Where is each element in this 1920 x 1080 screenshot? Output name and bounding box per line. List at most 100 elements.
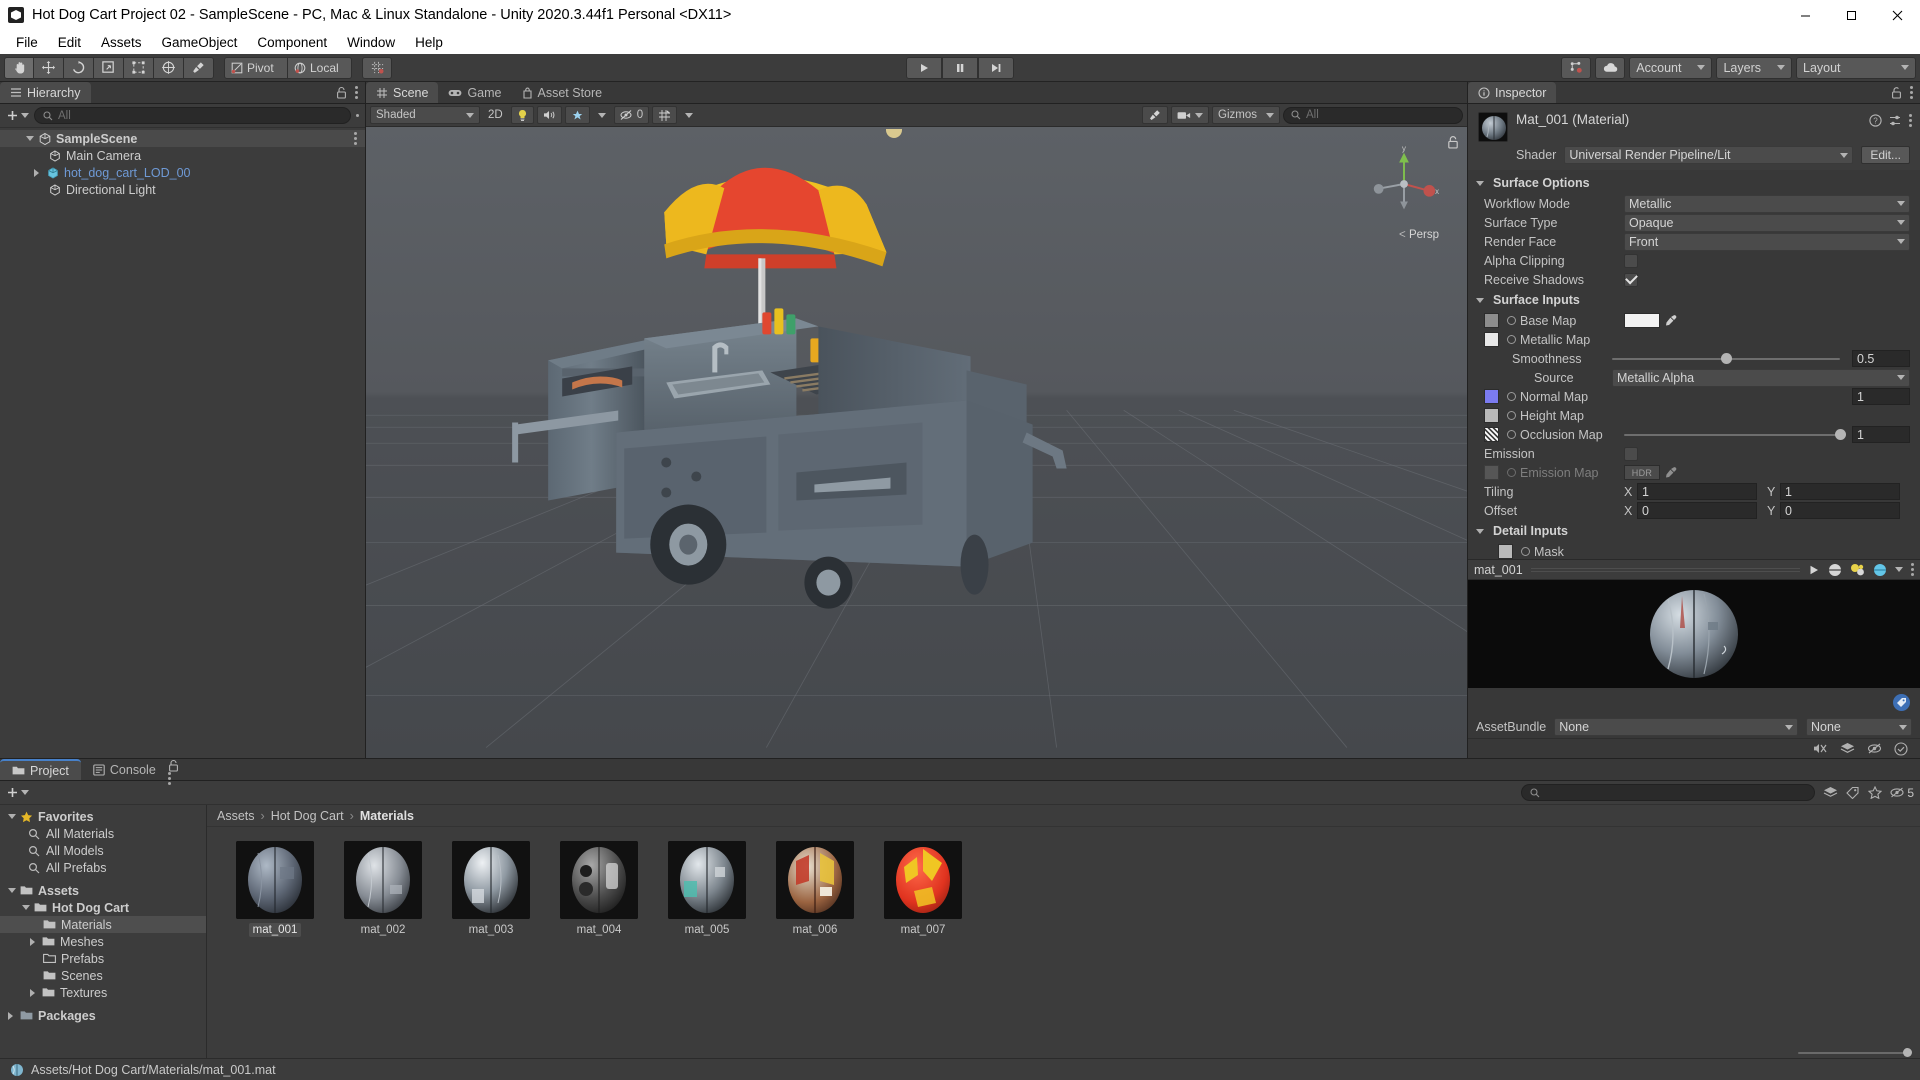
preview-play-icon[interactable] — [1808, 564, 1820, 576]
base-map-color-field[interactable] — [1624, 313, 1660, 328]
rect-tool-button[interactable] — [124, 56, 154, 79]
hierarchy-row-samplescene[interactable]: SampleScene — [0, 130, 365, 147]
asset-thumbnail-size-slider[interactable] — [1798, 1047, 1912, 1057]
create-gameobject-button[interactable] — [6, 109, 29, 122]
menu-item-assets[interactable]: Assets — [91, 32, 152, 53]
tree-row-all-models[interactable]: All Models — [0, 842, 206, 859]
tree-row-assets[interactable]: Assets — [0, 882, 206, 899]
menu-item-component[interactable]: Component — [247, 32, 337, 53]
scene-camera-button[interactable] — [1171, 106, 1210, 124]
tree-row-hot-dog-cart[interactable]: Hot Dog Cart — [0, 899, 206, 916]
maximize-button[interactable] — [1828, 0, 1874, 30]
section-header-detail-inputs[interactable]: Detail Inputs — [1468, 520, 1920, 542]
preview-menu-icon[interactable] — [1911, 563, 1914, 576]
chevron-right-icon[interactable] — [30, 988, 35, 997]
menu-item-window[interactable]: Window — [337, 32, 405, 53]
occlusion-strength-slider[interactable] — [1624, 426, 1846, 444]
occlusion-strength-value[interactable]: 1 — [1852, 426, 1910, 443]
breadcrumb-assets[interactable]: Assets — [217, 809, 255, 823]
height-map-texture-slot[interactable] — [1484, 408, 1499, 423]
menu-item-gameobject[interactable]: GameObject — [152, 32, 248, 53]
chevron-right-icon[interactable] — [34, 168, 39, 177]
custom-tool-button[interactable] — [184, 56, 214, 79]
preview-lighting-icon[interactable] — [1850, 563, 1865, 577]
section-header-surface-inputs[interactable]: Surface Inputs — [1468, 289, 1920, 311]
normal-map-texture-slot[interactable] — [1484, 389, 1499, 404]
normal-map-scale-value[interactable]: 1 — [1852, 388, 1910, 405]
breadcrumb-hot-dog-cart[interactable]: Hot Dog Cart — [271, 809, 344, 823]
material-preview-canvas[interactable] — [1468, 580, 1920, 688]
preset-icon[interactable] — [1889, 114, 1902, 127]
tab-scene[interactable]: Scene — [366, 82, 439, 103]
chevron-right-icon[interactable] — [30, 937, 35, 946]
tab-inspector[interactable]: Inspector — [1468, 82, 1557, 103]
shader-edit-button[interactable]: Edit... — [1861, 146, 1910, 164]
offset-x-input[interactable]: 0 — [1637, 502, 1757, 519]
occlusion-map-texture-slot[interactable] — [1484, 427, 1499, 442]
layout-dropdown[interactable]: Layout — [1796, 56, 1916, 79]
step-button[interactable] — [978, 56, 1014, 79]
tree-row-packages[interactable]: Packages — [0, 1007, 206, 1024]
receive-shadows-checkbox[interactable] — [1624, 272, 1638, 287]
scene-lock-icon[interactable] — [1447, 135, 1459, 149]
render-face-dropdown[interactable]: Front — [1624, 232, 1910, 251]
menu-item-edit[interactable]: Edit — [48, 32, 91, 53]
scene-lighting-toggle[interactable] — [510, 106, 534, 124]
scene-hidden-objects-toggle[interactable]: 0 — [613, 106, 650, 124]
scale-tool-button[interactable] — [94, 56, 124, 79]
hierarchy-more-icon[interactable] — [356, 114, 359, 117]
chevron-down-icon[interactable] — [8, 814, 16, 819]
emission-checkbox[interactable] — [1624, 446, 1638, 461]
offset-y-input[interactable]: 0 — [1780, 502, 1900, 519]
smoothness-slider[interactable] — [1612, 350, 1846, 368]
tiling-y-input[interactable]: 1 — [1780, 483, 1900, 500]
project-menu-icon[interactable] — [167, 772, 179, 785]
collab-button[interactable] — [1561, 56, 1592, 79]
tree-row-prefabs[interactable]: Prefabs — [0, 950, 206, 967]
tab-console[interactable]: Console — [81, 759, 168, 780]
filter-by-type-icon[interactable] — [1823, 786, 1838, 799]
base-map-texture-slot[interactable] — [1484, 313, 1499, 328]
2d-toggle-button[interactable]: 2D — [483, 106, 508, 124]
transform-tool-button[interactable] — [154, 56, 184, 79]
account-dropdown[interactable]: Account — [1629, 56, 1713, 79]
breadcrumb-materials[interactable]: Materials — [360, 809, 414, 823]
help-icon[interactable]: ? — [1869, 114, 1882, 127]
asset-item-mat-001[interactable]: mat_001 — [221, 841, 329, 937]
layers-dropdown[interactable]: Layers — [1716, 56, 1792, 79]
chevron-down-icon[interactable] — [26, 136, 34, 141]
asset-item-mat-004[interactable]: mat_004 — [545, 841, 653, 937]
scene-audio-toggle[interactable] — [536, 106, 562, 124]
favorites-star-icon[interactable] — [1868, 786, 1883, 799]
hierarchy-menu-icon[interactable] — [355, 86, 358, 99]
tab-hierarchy[interactable]: Hierarchy — [0, 82, 91, 103]
tree-row-meshes[interactable]: Meshes — [0, 933, 206, 950]
chevron-right-icon[interactable] — [8, 1011, 13, 1020]
eyedropper-icon[interactable] — [1664, 314, 1677, 327]
move-tool-button[interactable] — [34, 56, 64, 79]
metallic-source-dropdown[interactable]: Metallic Alpha — [1612, 368, 1910, 387]
asset-item-mat-006[interactable]: mat_006 — [761, 841, 869, 937]
mute-audio-icon[interactable] — [1813, 742, 1828, 755]
scene-grid-toggle[interactable] — [652, 106, 678, 124]
draw-mode-dropdown[interactable]: Shaded — [370, 106, 480, 124]
inspector-menu-icon[interactable] — [1910, 86, 1913, 99]
grid-snap-button[interactable] — [362, 56, 392, 79]
tree-row-all-materials[interactable]: All Materials — [0, 825, 206, 842]
preview-environment-icon[interactable] — [1873, 563, 1887, 577]
asset-item-mat-002[interactable]: mat_002 — [329, 841, 437, 937]
hierarchy-search-input[interactable]: All — [34, 107, 351, 124]
menu-item-help[interactable]: Help — [405, 32, 453, 53]
tree-row-textures[interactable]: Textures — [0, 984, 206, 1001]
hand-tool-button[interactable] — [4, 56, 34, 79]
close-button[interactable] — [1874, 0, 1920, 30]
detail-mask-texture-slot[interactable] — [1498, 544, 1513, 559]
tab-game[interactable]: Game — [438, 82, 511, 103]
metallic-map-texture-slot[interactable] — [1484, 332, 1499, 347]
scene-tools-button[interactable] — [1142, 106, 1169, 124]
lock-icon[interactable] — [1891, 86, 1902, 99]
project-filter-count[interactable]: 5 — [1890, 786, 1914, 800]
chevron-down-icon[interactable] — [1895, 567, 1903, 572]
tree-row-materials[interactable]: Materials — [0, 916, 206, 933]
create-asset-button[interactable] — [6, 786, 29, 799]
